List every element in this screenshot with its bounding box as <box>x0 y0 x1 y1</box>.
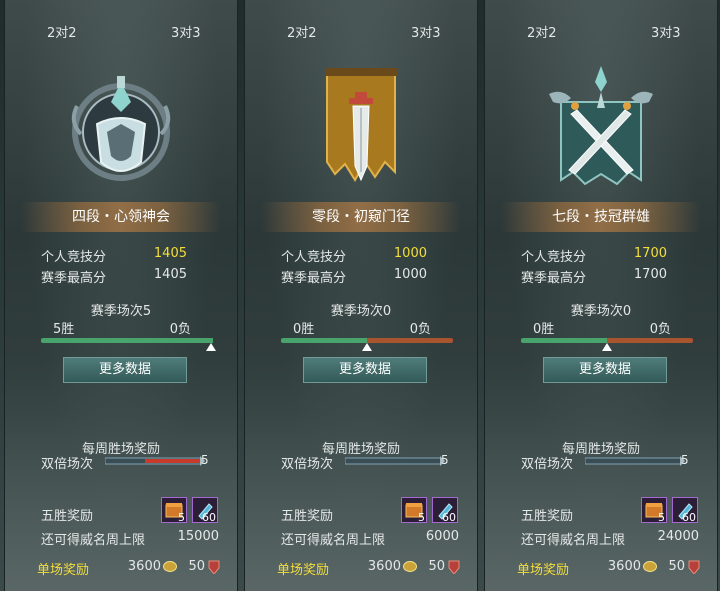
best-score-value: 1000 <box>393 267 427 282</box>
rank-emblem-icon <box>71 76 171 181</box>
season-matches: 赛季场次0 <box>330 304 392 319</box>
scroll-reward-icon[interactable]: 60 <box>192 497 218 524</box>
season-matches: 赛季场次0 <box>570 304 632 319</box>
shield-icon <box>688 560 700 574</box>
scroll-reward-icon[interactable]: 60 <box>432 497 458 524</box>
five-win-reward-label: 五胜奖励 <box>281 509 334 524</box>
tab-2v2[interactable]: 2对2 <box>287 22 317 41</box>
best-score-value: 1700 <box>633 267 667 282</box>
more-data-button[interactable]: 更多数据 <box>63 357 187 383</box>
chest-reward-count: 5 <box>418 511 425 524</box>
loss-bar-fill <box>607 338 693 343</box>
score-value: 1000 <box>393 246 427 261</box>
scroll-reward-count: 60 <box>442 511 456 524</box>
shield-icon <box>448 560 460 574</box>
rank-title: 七段・技冠群雄 <box>501 202 701 232</box>
more-data-button[interactable]: 更多数据 <box>543 357 667 383</box>
honor-reward-value: 50 <box>188 559 205 574</box>
tab-3v3[interactable]: 3对3 <box>651 22 681 41</box>
rank-title: 四段・心领神会 <box>21 202 221 232</box>
best-score-label: 赛季最高分 <box>281 271 347 286</box>
double-matches-count: 5 <box>681 453 689 467</box>
wins-count: 5胜 <box>53 322 75 337</box>
rank-emblem-icon <box>549 66 653 186</box>
weekly-limit-value: 6000 <box>425 529 459 544</box>
honor-reward-value: 50 <box>668 559 685 574</box>
five-win-reward-label: 五胜奖励 <box>41 509 94 524</box>
losses-count: 0负 <box>409 322 431 337</box>
best-score-value: 1405 <box>153 267 187 282</box>
best-score-label: 赛季最高分 <box>41 271 107 286</box>
wins-count: 0胜 <box>533 322 555 337</box>
double-matches-bar <box>345 456 445 466</box>
double-matches-label: 双倍场次 <box>41 457 94 472</box>
single-match-reward-label: 单场奖励 <box>277 563 330 578</box>
win-loss-bar <box>41 338 213 343</box>
weekly-limit-label: 还可得威名周上限 <box>41 533 146 548</box>
coin-reward-value: 3600 <box>607 559 641 574</box>
single-match-reward-label: 单场奖励 <box>37 563 90 578</box>
double-matches-count: 5 <box>201 453 209 467</box>
best-score-label: 赛季最高分 <box>521 271 587 286</box>
tab-2v2[interactable]: 2对2 <box>47 22 77 41</box>
double-matches-bar <box>105 456 205 466</box>
win-bar-fill <box>521 338 607 343</box>
rank-emblem-icon <box>325 68 397 182</box>
single-match-reward-label: 单场奖励 <box>517 563 570 578</box>
score-label: 个人竞技分 <box>281 250 347 265</box>
ranked-panel-3: 2对2 3对3 七段・技冠群雄 个人竞技分 1700 赛季最高分 1700 赛季… <box>484 0 718 591</box>
double-matches-count: 5 <box>441 453 449 467</box>
coin-icon <box>643 561 657 572</box>
season-matches: 赛季场次5 <box>90 304 152 319</box>
more-data-button[interactable]: 更多数据 <box>303 357 427 383</box>
chest-reward-icon[interactable]: 5 <box>401 497 427 524</box>
ranked-panel-2: 2对2 3对3 零段・初窥门径 个人竞技分 1000 赛季最高分 1000 赛季… <box>244 0 478 591</box>
win-ratio-marker-icon <box>362 343 372 351</box>
shield-icon <box>208 560 220 574</box>
ranked-panel-1: 2对2 3对3 四段・心领神会 个人竞技分 1405 赛季最高分 1405 赛季… <box>4 0 238 591</box>
coin-reward-value: 3600 <box>367 559 401 574</box>
tab-2v2[interactable]: 2对2 <box>527 22 557 41</box>
losses-count: 0负 <box>649 322 671 337</box>
five-win-reward-label: 五胜奖励 <box>521 509 574 524</box>
score-label: 个人竞技分 <box>41 250 107 265</box>
scroll-reward-count: 60 <box>682 511 696 524</box>
tab-3v3[interactable]: 3对3 <box>411 22 441 41</box>
win-bar-fill <box>41 338 213 343</box>
loss-bar-fill <box>367 338 453 343</box>
score-value: 1405 <box>153 246 187 261</box>
background-scenery <box>485 360 717 591</box>
win-ratio-marker-icon <box>206 343 216 351</box>
double-matches-label: 双倍场次 <box>521 457 574 472</box>
weekly-limit-label: 还可得威名周上限 <box>281 533 386 548</box>
double-matches-label: 双倍场次 <box>281 457 334 472</box>
tab-3v3[interactable]: 3对3 <box>171 22 201 41</box>
double-matches-bar <box>585 456 685 466</box>
weekly-limit-value: 15000 <box>177 529 219 544</box>
chest-reward-icon[interactable]: 5 <box>641 497 667 524</box>
coin-icon <box>163 561 177 572</box>
score-value: 1700 <box>633 246 667 261</box>
coin-reward-value: 3600 <box>127 559 161 574</box>
rank-title: 零段・初窥门径 <box>261 202 461 232</box>
weekly-limit-value: 24000 <box>657 529 699 544</box>
background-scenery <box>245 360 477 591</box>
scroll-reward-icon[interactable]: 60 <box>672 497 698 524</box>
win-ratio-marker-icon <box>602 343 612 351</box>
win-bar-fill <box>281 338 367 343</box>
chest-reward-icon[interactable]: 5 <box>161 497 187 524</box>
scroll-reward-count: 60 <box>202 511 216 524</box>
coin-icon <box>403 561 417 572</box>
wins-count: 0胜 <box>293 322 315 337</box>
chest-reward-count: 5 <box>178 511 185 524</box>
chest-reward-count: 5 <box>658 511 665 524</box>
weekly-limit-label: 还可得威名周上限 <box>521 533 626 548</box>
background-scenery <box>5 360 237 591</box>
losses-count: 0负 <box>169 322 191 337</box>
score-label: 个人竞技分 <box>521 250 587 265</box>
honor-reward-value: 50 <box>428 559 445 574</box>
